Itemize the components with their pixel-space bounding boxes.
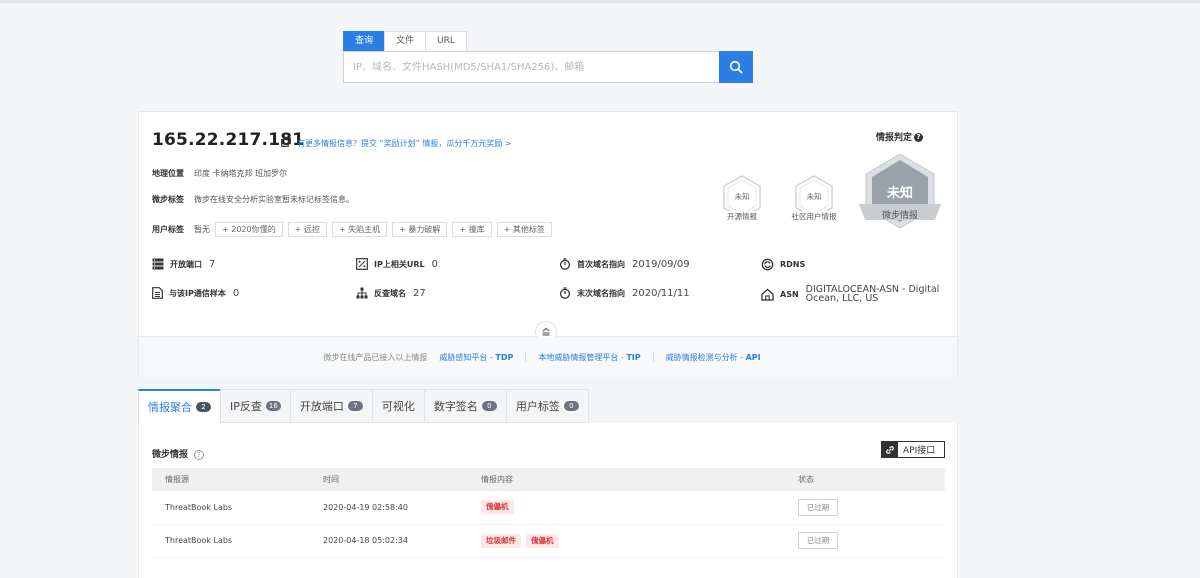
table-row: ThreatBook Labs 2020-04-18 05:02:34 垃圾邮件… bbox=[152, 524, 945, 558]
percent-box-icon bbox=[356, 258, 368, 270]
product-access-text: 微步在线产品已接入以上情报 bbox=[323, 352, 428, 362]
open-source-name: 开源情报 bbox=[717, 211, 767, 222]
verdict-label: 情报判定? bbox=[876, 130, 924, 143]
badge-open-source: 未知 开源情报 bbox=[717, 172, 767, 226]
badge-community: 未知 社区用户情报 bbox=[787, 172, 841, 226]
col-time: 时间 bbox=[310, 468, 468, 491]
reward-program-link[interactable]: 有更多情报信息？提交 “奖励计划” 情报，瓜分千万元奖励 > bbox=[297, 138, 512, 149]
copy-icon[interactable] bbox=[281, 137, 291, 147]
tag-botnet[interactable]: 傀儡机 bbox=[481, 500, 514, 515]
status-expired: 已过期 bbox=[798, 532, 838, 549]
product-access-bar: 微步在线产品已接入以上情报 威胁感知平台 - TDP 本地威胁情报管理平台 - … bbox=[139, 337, 957, 377]
stopwatch-icon bbox=[559, 258, 571, 270]
location-row: 地理位置 印度 卡纳塔克邦 班加罗尔 bbox=[152, 169, 288, 178]
intel-panel: 微步情报? API接口 情报源 时间 情报内容 状态 ThreatBook La… bbox=[138, 423, 958, 578]
user-tag-add-remote[interactable]: + 远控 bbox=[287, 222, 327, 237]
tab-visualization[interactable]: 可视化 bbox=[371, 389, 425, 423]
user-tag-add-2020[interactable]: + 2020你懂的 bbox=[215, 222, 283, 237]
tab-intel-aggregation[interactable]: 情报聚合 2 bbox=[138, 389, 221, 424]
rdns-refresh-icon bbox=[761, 258, 774, 271]
search-input[interactable] bbox=[344, 52, 719, 82]
document-icon bbox=[152, 287, 163, 299]
col-source: 情报源 bbox=[152, 468, 310, 491]
help-icon[interactable]: ? bbox=[914, 133, 924, 142]
stat-samples[interactable]: 与该IP通信样本 0 bbox=[152, 287, 239, 299]
status-expired: 已过期 bbox=[798, 498, 838, 516]
intel-table: 情报源 时间 情报内容 状态 ThreatBook Labs 2020-04-1… bbox=[152, 468, 945, 558]
tab-digital-signature[interactable]: 数字签名 0 bbox=[423, 389, 507, 423]
community-status: 未知 bbox=[806, 192, 822, 201]
table-row: ThreatBook Labs 2020-04-19 02:58:40 傀儡机 … bbox=[152, 491, 945, 525]
col-content: 情报内容 bbox=[468, 468, 785, 491]
tab-open-ports[interactable]: 开放端口 7 bbox=[289, 389, 373, 423]
panel-title: 微步情报? bbox=[152, 447, 205, 460]
top-border bbox=[0, 0, 1200, 3]
stat-last-seen: 末次域名指向 2020/11/11 bbox=[559, 287, 690, 299]
home-icon bbox=[761, 288, 774, 301]
user-tag-row: 用户标签 暂无 + 2020你懂的 + 远控 + 失陷主机 + 暴力破解 + 撞库… bbox=[152, 222, 552, 237]
footer-separator bbox=[652, 352, 654, 362]
stat-first-seen: 首次域名指向 2019/09/09 bbox=[559, 258, 690, 270]
footer-separator bbox=[525, 352, 527, 362]
user-tag-add-bruteforce[interactable]: + 暴力破解 bbox=[392, 222, 448, 237]
search-tab-file[interactable]: 文件 bbox=[384, 31, 427, 51]
user-tag-empty: 暂无 bbox=[194, 225, 210, 234]
search-tab-query[interactable]: 查询 bbox=[343, 31, 386, 51]
tab-ip-reverse[interactable]: IP反查 16 bbox=[220, 389, 291, 423]
location-value: 印度 卡纳塔克邦 班加罗尔 bbox=[194, 169, 288, 178]
search-button[interactable] bbox=[719, 51, 753, 83]
open-source-status: 未知 bbox=[734, 192, 750, 201]
link-tdp[interactable]: 威胁感知平台 - TDP bbox=[439, 352, 513, 363]
user-tag-add-credential[interactable]: + 撞库 bbox=[452, 222, 492, 237]
tag-botnet[interactable]: 傀儡机 bbox=[526, 533, 559, 548]
search-type-tabs: 查询 文件 URL bbox=[343, 31, 467, 51]
tag-spam[interactable]: 垃圾邮件 bbox=[481, 533, 521, 548]
ip-info-card: 165.22.217.181 有更多情报信息？提交 “奖励计划” 情报，瓜分千万… bbox=[138, 111, 958, 377]
help-icon[interactable]: ? bbox=[194, 449, 205, 460]
badge-threatbook: 未知 微步情报 bbox=[855, 152, 945, 232]
api-button[interactable]: API接口 bbox=[881, 441, 945, 458]
stat-related-url[interactable]: IP上相关URL 0 bbox=[356, 258, 438, 270]
threatbook-name: 微步情报 bbox=[881, 211, 918, 221]
result-tabs: 情报聚合 2 IP反查 16 开放端口 7 可视化 数字签名 0 用户标签 0 bbox=[138, 389, 589, 424]
link-icon bbox=[886, 445, 894, 454]
col-status: 状态 bbox=[785, 468, 945, 491]
user-tag-add-other[interactable]: + 其他标签 bbox=[496, 222, 552, 237]
stopwatch-icon bbox=[559, 287, 571, 299]
search-box bbox=[343, 51, 753, 83]
threatbook-tag-row: 微步标签 微步在线安全分析实验室暂未标记标签信息。 bbox=[152, 195, 354, 204]
stat-reverse-domains[interactable]: 反查域名 27 bbox=[356, 287, 426, 299]
link-api[interactable]: 威胁情报检测与分析 - API bbox=[666, 352, 761, 363]
network-tree-icon bbox=[356, 287, 368, 299]
stat-asn: ASN DIGITALOCEAN-ASN - Digital Ocean, LLC… bbox=[761, 285, 946, 303]
link-tip[interactable]: 本地威胁情报管理平台 - TIP bbox=[538, 352, 640, 363]
threatbook-tag-value: 微步在线安全分析实验室暂未标记标签信息。 bbox=[194, 195, 354, 204]
stat-rdns: RDNS bbox=[761, 258, 812, 271]
search-tab-url[interactable]: URL bbox=[425, 31, 467, 51]
stat-open-ports[interactable]: 开放端口 7 bbox=[152, 258, 215, 270]
user-tag-add-compromised[interactable]: + 失陷主机 bbox=[331, 222, 388, 237]
search-icon bbox=[729, 60, 743, 74]
threatbook-status: 未知 bbox=[886, 186, 913, 201]
server-icon bbox=[152, 258, 164, 270]
community-name: 社区用户情报 bbox=[787, 211, 841, 222]
tab-user-tags[interactable]: 用户标签 0 bbox=[505, 389, 589, 423]
